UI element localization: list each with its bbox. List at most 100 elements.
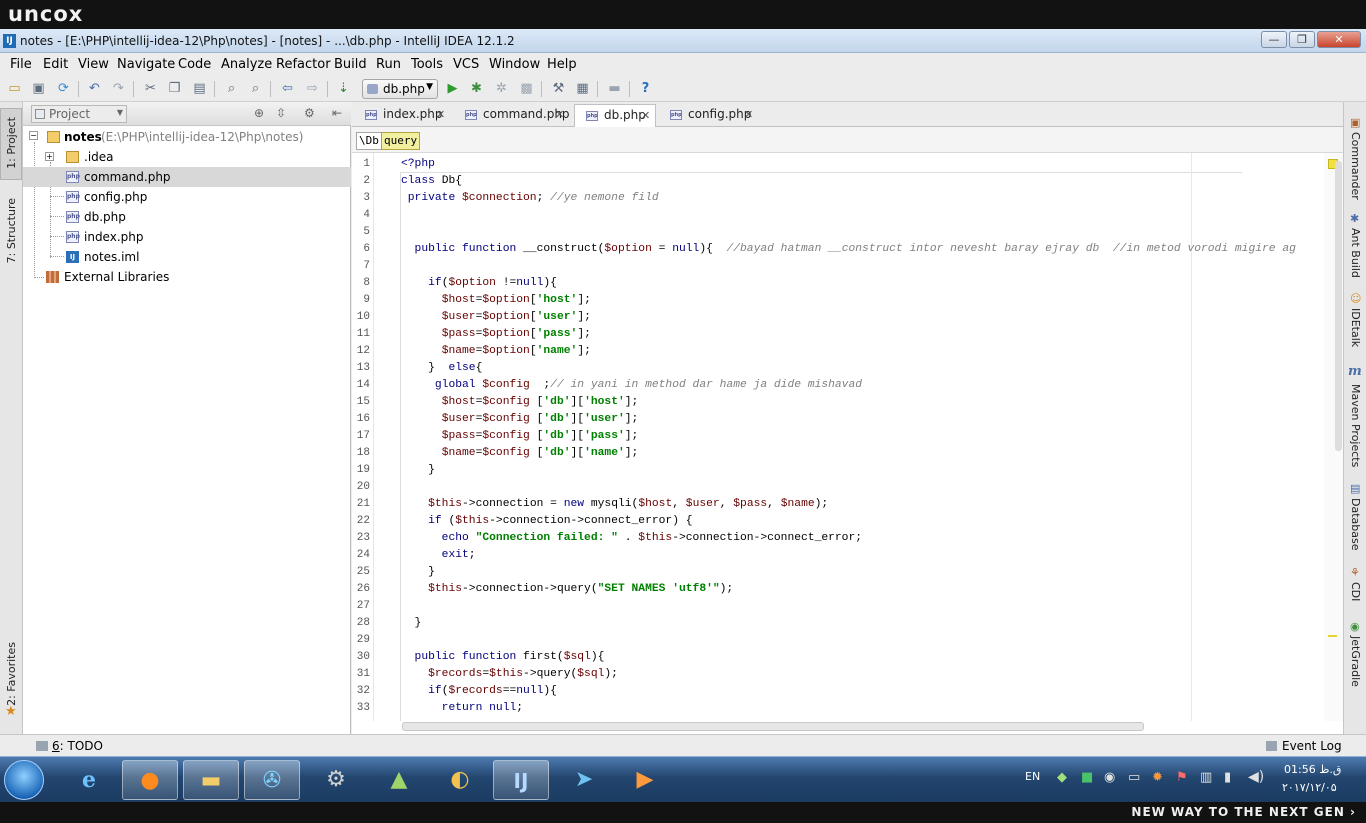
taskbar-telegram[interactable]: ➤ — [556, 760, 612, 800]
tray-usb-icon[interactable]: ▥ — [1200, 770, 1212, 785]
collapse-icon[interactable]: − — [29, 131, 38, 140]
tab-index-php[interactable]: php index.php ✕ — [354, 104, 451, 127]
tool-tab-idetalk[interactable]: IDEtalk — [1349, 308, 1362, 347]
tab-command-php[interactable]: php command.php ✕ — [454, 104, 570, 127]
taskbar-utility[interactable]: ⚙ — [308, 760, 364, 800]
close-tab-icon[interactable]: ✕ — [436, 108, 445, 121]
taskbar-firefox[interactable]: ● — [122, 760, 178, 800]
code-area[interactable]: <?php class Db{ private $connection; //ye… — [401, 153, 1324, 721]
sync-icon[interactable]: ⟳ — [55, 80, 72, 97]
profile-icon[interactable]: ▩ — [518, 80, 535, 97]
taskbar-media-player[interactable]: ✇ — [244, 760, 300, 800]
save-icon[interactable]: ▣ — [30, 80, 47, 97]
hide-panel-icon[interactable]: ⇤ — [332, 106, 342, 120]
debug-icon[interactable]: ✱ — [468, 80, 485, 97]
find-icon[interactable]: ⌕ — [223, 80, 240, 97]
open-icon[interactable]: ▭ — [6, 80, 23, 97]
volume-icon[interactable]: ◀) — [1248, 769, 1264, 785]
menu-code[interactable]: Code — [178, 57, 211, 72]
terminal-icon[interactable]: ▬ — [606, 80, 623, 97]
expand-icon[interactable]: + — [45, 152, 54, 161]
menu-run[interactable]: Run — [376, 57, 401, 72]
coverage-icon[interactable]: ✲ — [493, 80, 510, 97]
menu-refactor[interactable]: Refactor — [276, 57, 331, 72]
start-button[interactable] — [4, 760, 44, 800]
menu-analyze[interactable]: Analyze — [221, 57, 272, 72]
run-config-dropdown[interactable]: db.php ▼ — [362, 79, 438, 99]
tree-item-notes-iml[interactable]: IJ notes.iml — [23, 247, 351, 267]
undo-icon[interactable]: ↶ — [86, 80, 103, 97]
make-project-icon[interactable]: ⇣ — [335, 80, 352, 97]
vertical-scrollbar[interactable] — [1335, 161, 1342, 451]
tool-tab-ant-build[interactable]: Ant Build — [1349, 228, 1362, 278]
tray-avast-icon[interactable]: ✹ — [1152, 770, 1163, 785]
run-icon[interactable]: ▶ — [444, 80, 461, 97]
tray-monitor-icon[interactable]: ▭ — [1128, 770, 1140, 785]
language-indicator[interactable]: EN — [1025, 770, 1040, 783]
tool-tab-cdi[interactable]: CDI — [1349, 582, 1362, 601]
replace-icon[interactable]: ⌕ — [247, 80, 264, 97]
tool-tab-database[interactable]: Database — [1349, 498, 1362, 551]
tray-flag-icon[interactable]: ⚑ — [1176, 770, 1188, 785]
menu-help[interactable]: Help — [547, 57, 577, 72]
tab-config-php[interactable]: php config.php ✕ — [659, 104, 759, 127]
tab-db-php[interactable]: php db.php ✕ — [574, 104, 656, 127]
tool-tab-jetgradle[interactable]: JetGradle — [1349, 636, 1362, 687]
tray-network-icon[interactable]: ◆ — [1057, 770, 1067, 785]
tool-tab-structure[interactable]: 7: Structure — [5, 198, 18, 263]
close-tab-icon[interactable]: ✕ — [641, 109, 650, 122]
close-tab-icon[interactable]: ✕ — [555, 108, 564, 121]
tree-item-config-php[interactable]: php config.php — [23, 187, 351, 207]
taskbar-explorer[interactable]: ▬ — [183, 760, 239, 800]
menu-window[interactable]: Window — [489, 57, 540, 72]
tool-tab-maven-projects[interactable]: Maven Projects — [1349, 384, 1362, 467]
forward-icon[interactable]: ⇨ — [304, 80, 321, 97]
menu-tools[interactable]: Tools — [411, 57, 443, 72]
menu-file[interactable]: File — [10, 57, 32, 72]
collapse-all-icon[interactable]: ⇳ — [276, 106, 286, 120]
taskbar-video[interactable]: ▶ — [617, 760, 673, 800]
tool-tab-commander[interactable]: Commander — [1349, 132, 1362, 200]
gear-icon[interactable]: ⚙ — [304, 106, 315, 120]
menu-view[interactable]: View — [78, 57, 109, 72]
breadcrumb-class[interactable]: \Db — [356, 132, 382, 150]
redo-icon[interactable]: ↷ — [110, 80, 127, 97]
menu-build[interactable]: Build — [334, 57, 367, 72]
horizontal-scrollbar[interactable] — [402, 722, 1144, 731]
tree-item-idea[interactable]: + .idea — [23, 147, 351, 167]
tray-clock-time[interactable]: 01:56 ق.ظ — [1284, 763, 1341, 776]
taskbar-intellij[interactable]: IJ — [493, 760, 549, 800]
minimize-button[interactable]: — — [1261, 31, 1287, 48]
todo-tool-tab[interactable]: 6: TODO — [36, 739, 103, 753]
tray-app-icon[interactable]: ■ — [1081, 770, 1093, 785]
tool-tab-project[interactable]: 1: Project — [0, 108, 22, 180]
tray-disc-icon[interactable]: ◉ — [1104, 770, 1115, 785]
close-button[interactable]: ✕ — [1317, 31, 1361, 48]
menu-edit[interactable]: Edit — [43, 57, 68, 72]
scroll-from-source-icon[interactable]: ⊕ — [254, 106, 264, 120]
taskbar-ie[interactable]: e — [61, 760, 117, 800]
taskbar-vpn[interactable]: ◐ — [432, 760, 488, 800]
back-icon[interactable]: ⇦ — [279, 80, 296, 97]
taskbar-android-studio[interactable]: ▲ — [371, 760, 427, 800]
tree-item-db-php[interactable]: php db.php — [23, 207, 351, 227]
tree-root-node[interactable]: − notes (E:\PHP\intellij-idea-12\Php\not… — [23, 127, 351, 147]
close-tab-icon[interactable]: ✕ — [744, 108, 753, 121]
warning-marker[interactable] — [1328, 635, 1337, 637]
breadcrumb-method[interactable]: query — [381, 132, 421, 150]
paste-icon[interactable]: ▤ — [191, 80, 208, 97]
settings-icon[interactable]: ⚒ — [550, 80, 567, 97]
project-view-dropdown[interactable]: Project ▼ — [31, 105, 127, 123]
tree-item-external-libraries[interactable]: External Libraries — [23, 267, 351, 287]
menu-vcs[interactable]: VCS — [453, 57, 479, 72]
copy-icon[interactable]: ❐ — [166, 80, 183, 97]
tree-item-index-php[interactable]: php index.php — [23, 227, 351, 247]
help-icon[interactable]: ? — [637, 80, 654, 97]
maximize-button[interactable]: ❐ — [1289, 31, 1315, 48]
project-structure-icon[interactable]: ▦ — [574, 80, 591, 97]
tree-item-command-php[interactable]: php command.php — [23, 167, 351, 187]
tool-tab-favorites[interactable]: 2: Favorites — [5, 642, 18, 706]
menu-navigate[interactable]: Navigate — [117, 57, 175, 72]
signal-icon[interactable]: ▮ — [1224, 770, 1231, 785]
cut-icon[interactable]: ✂ — [142, 80, 159, 97]
